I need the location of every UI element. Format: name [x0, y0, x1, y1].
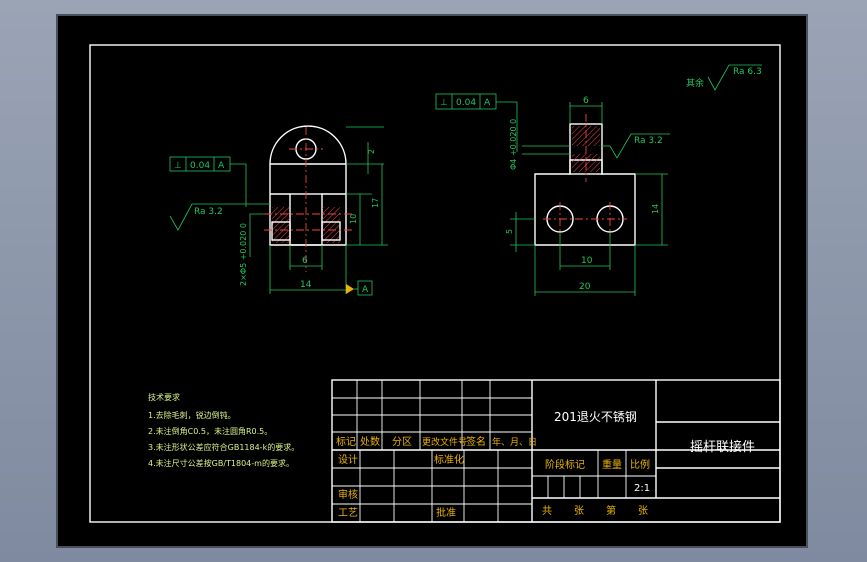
- svg-text:5: 5: [505, 229, 514, 234]
- svg-text:年、月、日: 年、月、日: [492, 436, 537, 448]
- svg-text:共: 共: [542, 505, 552, 517]
- svg-text:工艺: 工艺: [338, 507, 358, 519]
- svg-text:标记: 标记: [336, 436, 356, 448]
- svg-text:2.未注倒角C0.5，未注圆角R0.5。: 2.未注倒角C0.5，未注圆角R0.5。: [148, 426, 272, 436]
- svg-text:3.未注形状公差应符合GB1184-k的要求。: 3.未注形状公差应符合GB1184-k的要求。: [148, 442, 299, 452]
- svg-text:张: 张: [638, 505, 648, 517]
- tech-notes-title: 技术要求: [148, 392, 180, 402]
- material: 201退火不锈钢: [554, 410, 637, 424]
- svg-text:比例: 比例: [630, 458, 650, 471]
- svg-text:Φ4 +0.020 0: Φ4 +0.020 0: [509, 119, 518, 170]
- left-view: ⊥ 0.04 A Ra 3.2 2 17 10 6 14 A 2×Φ5 +0.0…: [169, 125, 388, 296]
- surface-finish-symbol: 其余 Ra 6.3: [686, 64, 762, 91]
- svg-text:0.04: 0.04: [190, 161, 210, 171]
- svg-text:张: 张: [574, 505, 584, 517]
- svg-text:14: 14: [300, 280, 312, 290]
- right-view: ⊥ 0.04 A Ra 3.2 6 Φ4 +0.020 0 14 5 10 20: [435, 93, 670, 296]
- svg-text:10: 10: [581, 256, 593, 266]
- svg-text:17: 17: [371, 198, 380, 208]
- svg-text:14: 14: [651, 204, 660, 214]
- right-view-outline: [534, 159, 636, 246]
- svg-text:1.去除毛刺，锐边倒钝。: 1.去除毛刺，锐边倒钝。: [148, 410, 236, 420]
- title-block: 标记 处数 分区 更改文件号 签名 年、月、日 设计 标准化 审核 工艺 批准 …: [331, 379, 781, 523]
- svg-text:2: 2: [367, 149, 376, 154]
- svg-text:2×Φ5 +0.020 0: 2×Φ5 +0.020 0: [239, 223, 248, 286]
- svg-text:签名: 签名: [466, 435, 486, 448]
- svg-text:10: 10: [349, 214, 358, 224]
- svg-text:⊥: ⊥: [440, 98, 448, 108]
- svg-text:20: 20: [579, 282, 591, 292]
- svg-text:更改文件号: 更改文件号: [422, 436, 467, 448]
- svg-text:批准: 批准: [436, 506, 456, 519]
- right-roughness: Ra 3.2: [634, 136, 663, 146]
- cad-viewport[interactable]: 其余 Ra 6.3 ⊥ 0.04 A Ra 3.2 2 17 10 6 14 A…: [56, 14, 808, 548]
- svg-text:设计: 设计: [338, 453, 358, 466]
- svg-text:0.04: 0.04: [456, 98, 476, 108]
- svg-text:重量: 重量: [602, 458, 622, 471]
- svg-text:2:1: 2:1: [634, 483, 650, 494]
- svg-text:第: 第: [606, 504, 616, 517]
- svg-text:A: A: [362, 285, 369, 295]
- svg-text:6: 6: [583, 96, 589, 106]
- svg-text:A: A: [484, 98, 491, 108]
- svg-text:6: 6: [302, 256, 308, 266]
- surface-finish-value: Ra 6.3: [733, 67, 762, 77]
- drawing-canvas: 其余 Ra 6.3 ⊥ 0.04 A Ra 3.2 2 17 10 6 14 A…: [89, 44, 781, 523]
- svg-text:阶段标记: 阶段标记: [545, 458, 585, 471]
- svg-text:处数: 处数: [360, 435, 380, 448]
- svg-text:审核: 审核: [338, 488, 358, 501]
- svg-text:A: A: [218, 161, 225, 171]
- svg-text:4.未注尺寸公差按GB/T1804-m的要求。: 4.未注尺寸公差按GB/T1804-m的要求。: [148, 458, 294, 468]
- svg-text:分区: 分区: [392, 436, 412, 448]
- part-name: 摇杆联接件: [690, 439, 755, 455]
- datum-triangle: [346, 284, 354, 294]
- left-roughness: Ra 3.2: [194, 207, 223, 217]
- svg-text:标准化: 标准化: [434, 453, 464, 466]
- surface-finish-label: 其余: [686, 77, 704, 89]
- technical-requirements: 技术要求 1.去除毛刺，锐边倒钝。 2.未注倒角C0.5，未注圆角R0.5。 3…: [148, 392, 299, 468]
- svg-text:⊥: ⊥: [174, 161, 182, 171]
